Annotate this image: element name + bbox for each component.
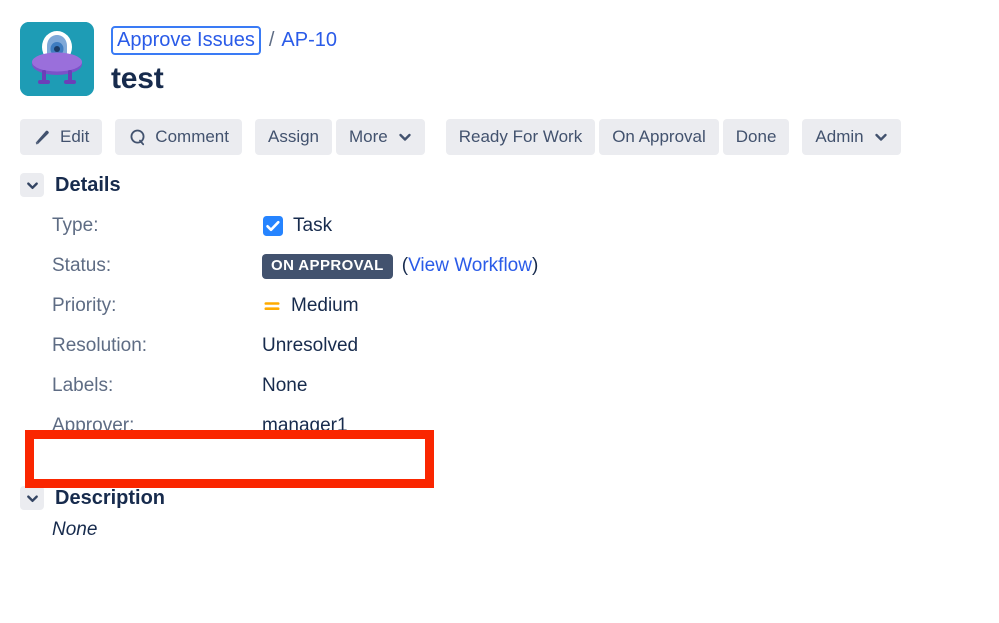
field-row-type: Type: Task <box>20 206 999 246</box>
transition-done-label: Done <box>735 127 777 146</box>
view-workflow-link[interactable]: View Workflow <box>408 254 532 278</box>
field-label-resolution: Resolution: <box>52 335 148 356</box>
field-value-approver: manager1 <box>262 415 348 436</box>
page-title: test <box>111 62 164 95</box>
transition-ready-for-work-button[interactable]: Ready For Work <box>445 119 596 155</box>
more-button[interactable]: More <box>336 119 425 155</box>
breadcrumb-issue-key-link[interactable]: AP-10 <box>281 27 337 53</box>
view-workflow-close-paren: ) <box>531 255 539 276</box>
description-collapse-toggle[interactable] <box>20 486 44 510</box>
transition-done-button[interactable]: Done <box>722 119 790 155</box>
breadcrumb-separator: / <box>268 29 275 51</box>
field-label-labels: Labels: <box>52 375 114 396</box>
more-button-label: More <box>349 127 388 146</box>
comment-button-label: Comment <box>155 127 229 146</box>
field-row-status: Status: ON APPROVAL ( View Workflow ) <box>20 246 999 286</box>
details-field-list: Type: Task Status: ON APPROVAL ( View Wo… <box>20 206 999 446</box>
field-row-labels: Labels: None <box>20 366 999 406</box>
description-section-title: Description <box>55 487 166 509</box>
field-value-type-text: Task <box>293 215 333 236</box>
ufo-avatar-icon <box>20 22 94 96</box>
field-row-priority: Priority: Medium <box>20 286 999 326</box>
field-label-status: Status: <box>52 255 112 276</box>
description-section: Description None <box>20 486 999 542</box>
edit-button-label: Edit <box>60 127 90 146</box>
field-label-approver: Approver: <box>52 415 135 436</box>
details-section-title: Details <box>55 174 121 196</box>
assign-more-group: Assign More <box>254 119 425 155</box>
status-badge: ON APPROVAL <box>262 253 393 279</box>
field-value-resolution: Unresolved <box>262 335 359 356</box>
details-collapse-toggle[interactable] <box>20 173 44 197</box>
field-value-priority-text: Medium <box>291 295 359 316</box>
project-avatar <box>20 22 94 96</box>
admin-button[interactable]: Admin <box>802 119 901 155</box>
details-section: Details Type: Task Status: ON APPROVAL (… <box>20 173 999 446</box>
header-text-block: Approve Issues / AP-10 test <box>111 22 337 97</box>
assign-button-label: Assign <box>267 127 320 146</box>
field-row-resolution: Resolution: Unresolved <box>20 326 999 366</box>
transition-on-approval-label: On Approval <box>612 127 706 146</box>
field-row-approver: Approver: manager1 <box>20 406 999 446</box>
transition-on-approval-button[interactable]: On Approval <box>599 119 719 155</box>
field-value-status: ON APPROVAL ( View Workflow ) <box>262 253 539 279</box>
details-section-header: Details <box>20 173 999 197</box>
speech-bubble-icon <box>128 128 147 147</box>
description-body: None <box>52 519 98 540</box>
transition-ready-for-work-label: Ready For Work <box>458 127 583 146</box>
comment-button[interactable]: Comment <box>115 119 242 155</box>
breadcrumb: Approve Issues / AP-10 <box>111 25 337 55</box>
issue-action-toolbar: Edit Comment Assign More Ready For Work … <box>20 119 999 155</box>
issue-header: Approve Issues / AP-10 test <box>0 0 999 97</box>
field-value-type: Task <box>262 214 332 238</box>
description-section-header: Description <box>20 486 999 510</box>
admin-button-label: Admin <box>815 127 864 146</box>
chevron-down-icon <box>874 130 888 144</box>
field-value-priority: Medium <box>262 294 359 318</box>
priority-medium-icon <box>262 296 282 316</box>
field-label-type: Type: <box>52 215 99 236</box>
task-checkbox-icon <box>262 215 284 237</box>
field-value-labels: None <box>262 375 308 396</box>
assign-button[interactable]: Assign <box>254 119 333 155</box>
chevron-down-icon <box>398 130 412 144</box>
breadcrumb-project-link[interactable]: Approve Issues <box>111 25 261 55</box>
edit-button[interactable]: Edit <box>20 119 103 155</box>
pencil-icon <box>33 128 52 147</box>
field-label-priority: Priority: <box>52 295 117 316</box>
workflow-transitions-group: Ready For Work On Approval Done <box>445 119 790 155</box>
